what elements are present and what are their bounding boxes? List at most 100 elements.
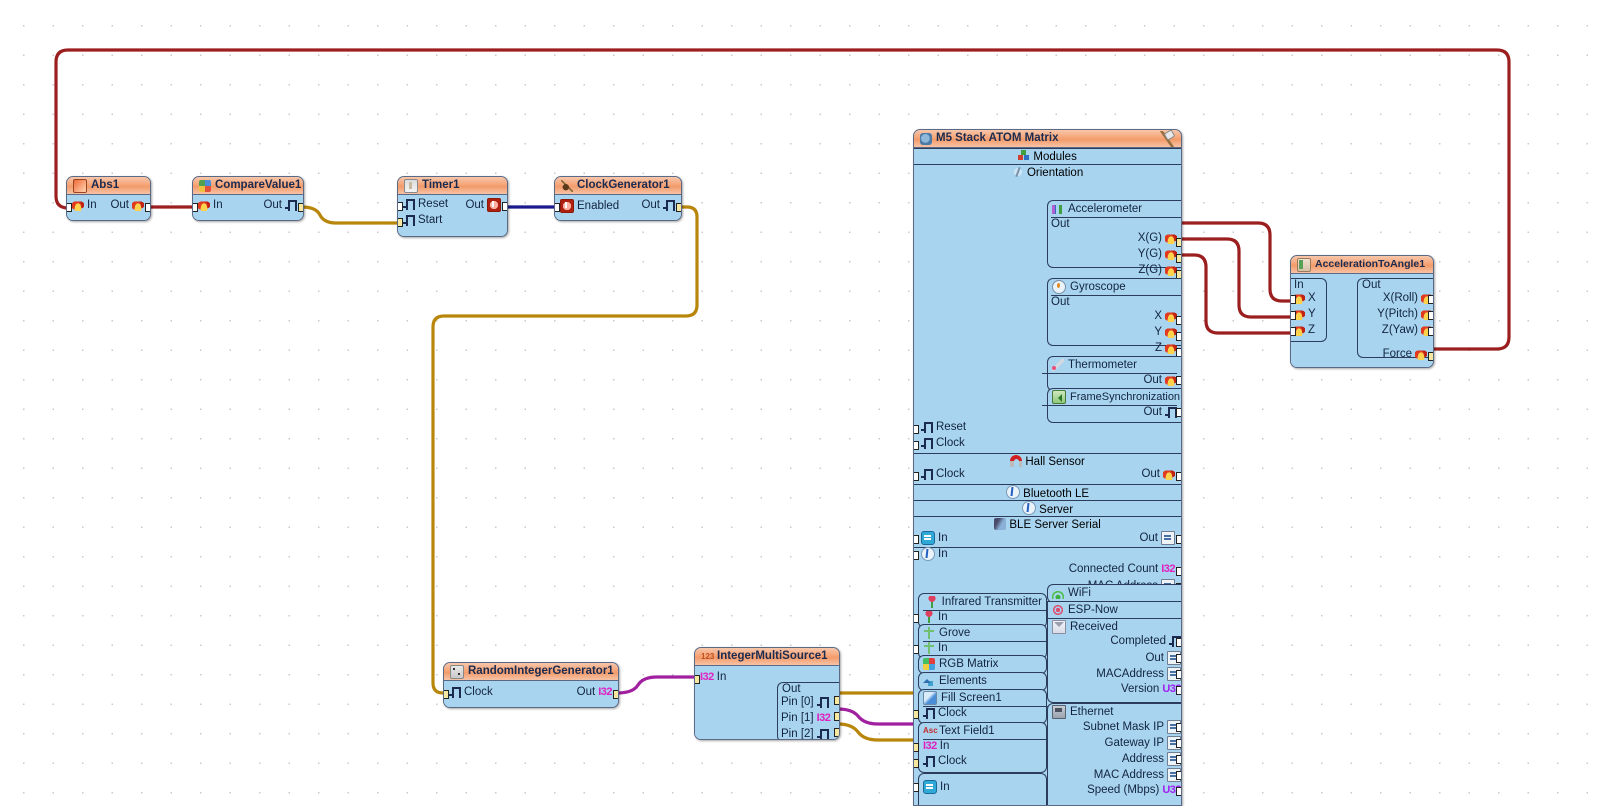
port-eth-speed[interactable]: Speed (Mbps) U32: [1087, 784, 1181, 796]
pin-hall-clock[interactable]: [914, 472, 919, 481]
node-abs1[interactable]: Abs1 In Out: [66, 176, 151, 221]
port-pin0[interactable]: Pin [0]: [781, 696, 829, 708]
pin-textfield-in[interactable]: [914, 743, 919, 752]
pin-ble-in-bt[interactable]: [914, 551, 919, 560]
pin-y-pitch[interactable]: [1428, 311, 1433, 320]
pin-framesync-out[interactable]: [1176, 408, 1181, 417]
pin-out[interactable]: [613, 690, 618, 699]
pin-eth-gateway[interactable]: [1176, 739, 1181, 748]
port-xg[interactable]: X(G): [1138, 232, 1177, 244]
pin-recv-completed[interactable]: [1176, 638, 1181, 647]
pin-ble-in-speech[interactable]: [914, 535, 919, 544]
port-fillscreen-clock[interactable]: Clock: [923, 706, 1050, 719]
pin-recv-version[interactable]: [1176, 686, 1181, 695]
port-x-roll[interactable]: X(Roll): [1383, 292, 1433, 304]
pin-fillscreen-clock[interactable]: [914, 710, 919, 719]
port-ble-out[interactable]: Out: [1139, 531, 1175, 545]
port-eth-gateway[interactable]: Gateway IP: [1105, 736, 1181, 750]
pin-recv-macaddress[interactable]: [1176, 670, 1181, 679]
port-z-yaw[interactable]: Z(Yaw): [1382, 324, 1433, 336]
pin-in[interactable]: [67, 203, 72, 212]
pin-gyro-y[interactable]: [1176, 332, 1181, 341]
node-compare-value1[interactable]: CompareValue1 In Out: [192, 176, 304, 221]
port-force[interactable]: Force: [1383, 348, 1427, 360]
port-z[interactable]: Z: [1293, 324, 1315, 336]
port-gyro-x[interactable]: X: [1154, 310, 1177, 322]
pin-out[interactable]: [502, 202, 507, 211]
pin-z-yaw[interactable]: [1428, 327, 1433, 336]
pin-recv-out[interactable]: [1176, 654, 1181, 663]
pin-in[interactable]: [193, 203, 198, 212]
port-out[interactable]: Out: [641, 199, 675, 211]
port-y[interactable]: Y: [1293, 308, 1316, 320]
port-textfield-in[interactable]: I32 In: [923, 739, 1050, 752]
port-enabled[interactable]: Enabled: [560, 199, 619, 213]
node-timer1[interactable]: Timer1 Reset Start Out: [397, 176, 508, 237]
pin-pin2[interactable]: [834, 728, 839, 737]
port-speech-in[interactable]: In: [923, 780, 950, 794]
port-textfield-clock[interactable]: Clock: [923, 755, 967, 767]
pin-grove-in[interactable]: [914, 645, 919, 654]
port-clock[interactable]: Clock: [449, 686, 493, 698]
pin-out[interactable]: [298, 203, 303, 212]
port-ir-in[interactable]: In: [923, 610, 1050, 623]
node-acceleration-to-angle1[interactable]: AccelerationToAngle1 In X Y Z Out X(Roll…: [1290, 255, 1434, 368]
port-out[interactable]: Out: [465, 198, 501, 212]
port-y-pitch[interactable]: Y(Pitch): [1377, 308, 1433, 320]
pin-start[interactable]: [398, 218, 403, 227]
port-ble-in-speech[interactable]: In: [921, 531, 948, 545]
pin-clock[interactable]: [444, 690, 449, 699]
port-zg[interactable]: Z(G): [1138, 264, 1177, 276]
pin-eth-mac[interactable]: [1176, 771, 1181, 780]
pin-ble-out[interactable]: [1176, 535, 1181, 544]
pin-orientation-reset[interactable]: [914, 425, 919, 434]
port-pin2[interactable]: Pin [2]: [781, 728, 829, 739]
port-gyro-y[interactable]: Y: [1154, 326, 1177, 338]
node-m5stack-atom-matrix[interactable]: M5 Stack ATOM Matrix Modules Orientation: [913, 129, 1182, 806]
port-gyro-z[interactable]: Z: [1155, 342, 1177, 354]
pin-force[interactable]: [1428, 352, 1433, 361]
pin-reset[interactable]: [398, 202, 403, 211]
pin-x[interactable]: [1291, 295, 1296, 304]
port-yg[interactable]: Y(G): [1138, 248, 1177, 260]
port-out[interactable]: Out: [110, 199, 144, 211]
pin-speech-in[interactable]: [914, 783, 919, 792]
pin-eth-speed[interactable]: [1176, 787, 1181, 796]
port-eth-address[interactable]: Address: [1122, 752, 1181, 766]
pin-out[interactable]: [676, 203, 681, 212]
pin-pin0[interactable]: [834, 696, 839, 705]
port-in[interactable]: In: [72, 199, 97, 211]
pin-x-roll[interactable]: [1428, 295, 1433, 304]
pin-xg[interactable]: [1176, 238, 1181, 247]
port-recv-macaddress[interactable]: MACAddress: [1096, 667, 1181, 681]
port-reset[interactable]: Reset: [403, 198, 448, 210]
node-graph-canvas[interactable]: Abs1 In Out CompareValue1 In Out Timer1 …: [0, 0, 1601, 806]
pin-z[interactable]: [1291, 327, 1296, 336]
node-clock-generator1[interactable]: ClockGenerator1 Enabled Out: [554, 176, 682, 221]
port-connected-count[interactable]: Connected Count I32: [1069, 563, 1176, 575]
pin-orientation-clock[interactable]: [914, 441, 919, 450]
port-in[interactable]: In: [198, 199, 223, 211]
port-pin1[interactable]: Pin [1] I32: [781, 712, 831, 724]
pin-in[interactable]: [695, 675, 700, 684]
port-thermo-out[interactable]: Out: [1042, 373, 1177, 386]
node-random-integer-generator1[interactable]: RandomIntegerGenerator1 Clock Out I32: [443, 662, 619, 708]
port-in[interactable]: I32 In: [700, 671, 726, 683]
pin-connected-count[interactable]: [1176, 567, 1181, 576]
pin-y[interactable]: [1291, 311, 1296, 320]
pin-pin1[interactable]: [834, 712, 839, 721]
pin-thermo-out[interactable]: [1176, 376, 1181, 385]
pin-enabled[interactable]: [555, 203, 560, 212]
pin-hall-out[interactable]: [1176, 472, 1181, 481]
pin-eth-address[interactable]: [1176, 755, 1181, 764]
port-x[interactable]: X: [1293, 292, 1316, 304]
port-eth-subnet[interactable]: Subnet Mask IP: [1083, 720, 1181, 734]
port-recv-version[interactable]: Version U32: [1121, 683, 1181, 695]
pin-textfield-clock[interactable]: [914, 759, 919, 768]
port-eth-mac[interactable]: MAC Address: [1094, 768, 1181, 782]
port-hall-clock[interactable]: Clock: [921, 468, 965, 480]
port-out[interactable]: Out: [263, 199, 297, 211]
port-ble-in-bt[interactable]: In: [921, 547, 948, 561]
pin-yg[interactable]: [1176, 254, 1181, 263]
port-framesync-out[interactable]: Out: [1042, 405, 1177, 418]
